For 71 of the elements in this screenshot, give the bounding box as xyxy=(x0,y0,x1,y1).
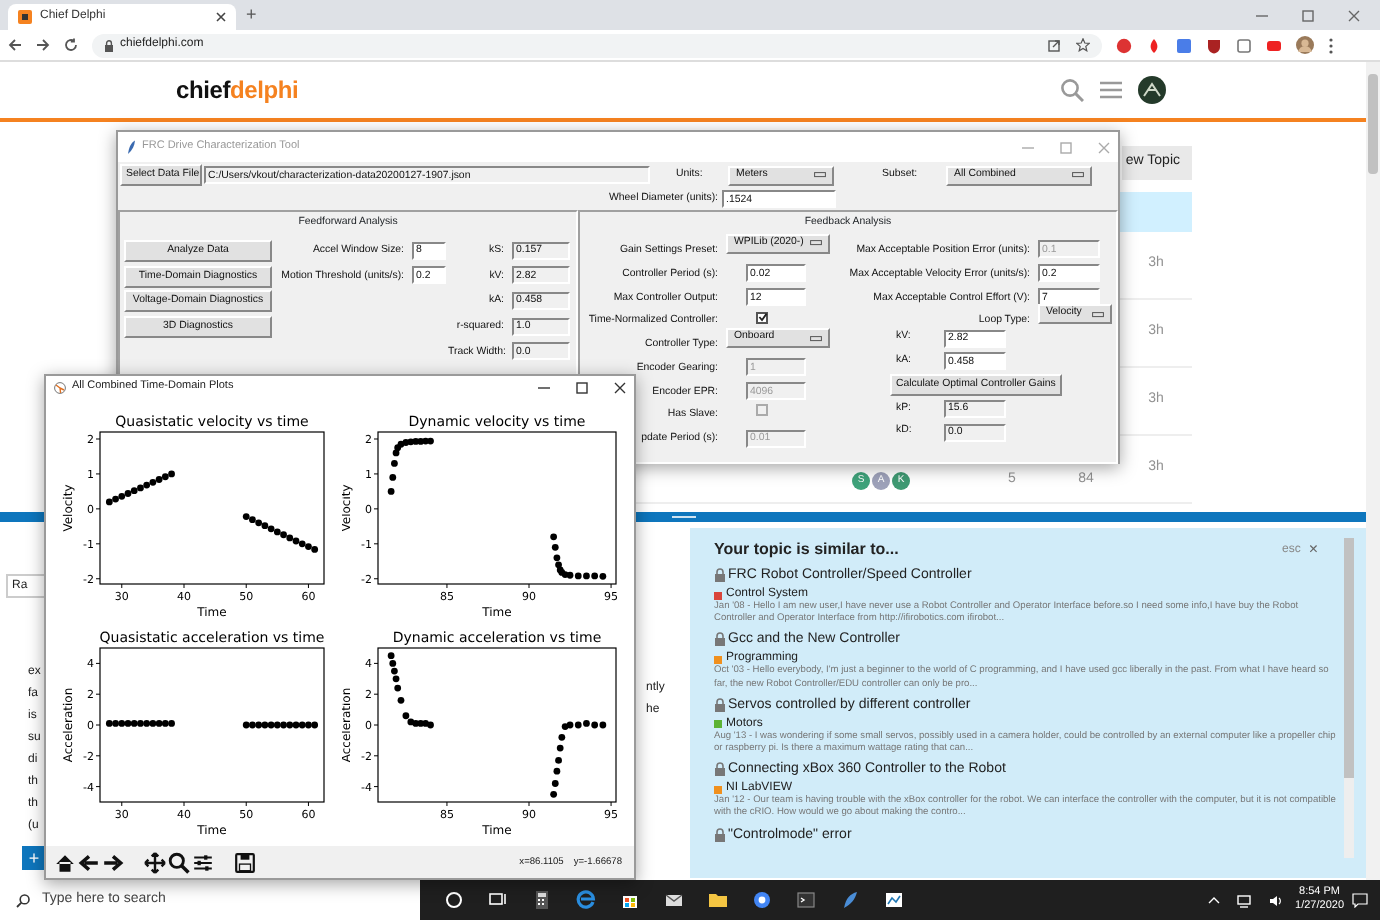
close-button[interactable]: × xyxy=(1308,542,1318,558)
reload-icon[interactable] xyxy=(64,38,78,52)
data-point xyxy=(387,488,395,495)
save-icon[interactable] xyxy=(234,852,256,874)
add-button[interactable]: + xyxy=(22,846,46,870)
notification-icon[interactable] xyxy=(1352,892,1368,908)
forward-icon[interactable] xyxy=(36,38,50,52)
data-point xyxy=(391,460,398,467)
move-icon[interactable] xyxy=(144,852,166,874)
lock-icon xyxy=(104,39,114,51)
zoom-icon[interactable] xyxy=(168,852,190,874)
site-logo[interactable]: chiefdelphi xyxy=(176,72,299,108)
ring-icon[interactable] xyxy=(444,890,464,910)
feather-icon xyxy=(126,140,136,154)
user-avatar[interactable] xyxy=(1138,76,1166,104)
chart-window-icon[interactable] xyxy=(884,890,904,910)
envelope-icon[interactable] xyxy=(664,890,684,910)
browser-e-icon[interactable] xyxy=(576,890,596,910)
page-scrollbar[interactable] xyxy=(1366,62,1380,880)
lock-icon xyxy=(714,697,726,712)
data-point xyxy=(558,733,566,741)
minimize-icon[interactable] xyxy=(538,381,550,393)
data-point xyxy=(550,790,558,798)
lock-icon xyxy=(714,827,726,842)
menu-indicator-icon xyxy=(810,335,822,342)
globe-icon[interactable] xyxy=(752,890,772,910)
search-icon xyxy=(16,893,30,907)
terminal-icon[interactable] xyxy=(796,890,816,910)
search-icon[interactable] xyxy=(1060,78,1084,102)
favicon-icon xyxy=(18,10,32,24)
plots-dialog[interactable] xyxy=(44,374,636,880)
lock-icon xyxy=(714,568,726,582)
menu-indicator-icon xyxy=(810,240,822,247)
menu-indicator-icon xyxy=(814,172,826,178)
menu-indicator-icon xyxy=(1072,172,1084,178)
forward-arrow-icon[interactable] xyxy=(102,852,124,874)
data-point xyxy=(551,780,559,787)
lock-icon xyxy=(714,762,726,777)
menu-icon[interactable] xyxy=(1100,80,1122,100)
profile-avatar[interactable] xyxy=(1296,36,1314,54)
sliders-icon[interactable] xyxy=(192,852,214,874)
home-icon[interactable] xyxy=(54,852,76,874)
data-point xyxy=(556,744,564,752)
shopping-bag-icon[interactable] xyxy=(620,890,640,910)
checkbox[interactable] xyxy=(756,311,768,324)
close-icon[interactable] xyxy=(614,381,626,393)
network-icon[interactable] xyxy=(1235,893,1252,907)
chevron-up-icon[interactable] xyxy=(1207,896,1220,904)
back-arrow-icon[interactable] xyxy=(78,852,100,874)
more-menu-icon[interactable] xyxy=(1328,37,1334,53)
data-point xyxy=(389,474,397,481)
panel-title: Your topic is similar to... xyxy=(714,538,899,562)
lock-icon xyxy=(714,632,726,647)
volume-icon[interactable] xyxy=(1267,893,1284,907)
back-icon[interactable] xyxy=(8,38,22,52)
new-tab-button[interactable]: + xyxy=(236,6,267,24)
panel-scrollbar[interactable] xyxy=(1344,538,1354,858)
data-point xyxy=(555,757,562,764)
minimize-icon[interactable] xyxy=(1256,9,1268,21)
feather-icon[interactable] xyxy=(840,890,860,910)
data-point xyxy=(397,696,405,704)
calculator-icon[interactable] xyxy=(532,890,552,910)
menu-indicator-icon xyxy=(1092,311,1104,318)
task-view-icon[interactable] xyxy=(488,890,508,910)
data-point xyxy=(553,767,561,775)
star-icon[interactable] xyxy=(1076,38,1090,52)
share-icon[interactable] xyxy=(1048,39,1060,51)
close-icon[interactable] xyxy=(216,12,226,22)
maximize-icon[interactable] xyxy=(576,381,588,393)
app-logo-icon xyxy=(54,381,66,393)
folder-icon[interactable] xyxy=(708,890,728,910)
